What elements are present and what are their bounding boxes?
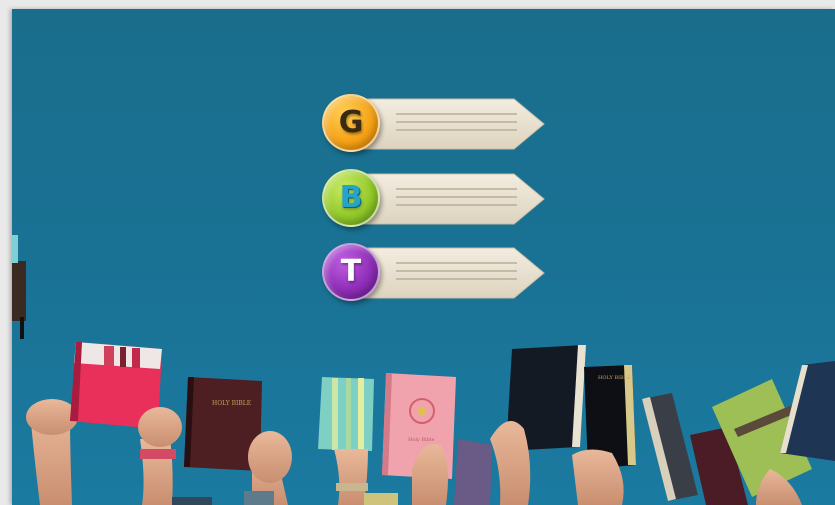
svg-text:HOLY BIBLE: HOLY BIBLE [212,400,251,407]
svg-text:HOLY BIBLE: HOLY BIBLE [598,375,631,381]
svg-text:Holy Bible: Holy Bible [408,437,434,443]
book-pink-floral: Holy Bible [382,373,456,505]
arrow-banner-icon [352,247,545,299]
letter-b: B [339,180,363,215]
letter-badge-t[interactable]: T [322,243,380,301]
book-purple-small [454,439,492,505]
letter-g: G [338,105,364,140]
book-left-edge [12,235,26,339]
arrow-banner-icon [352,173,545,225]
book-black-tilted [490,345,586,505]
letter-badge-g[interactable]: G [322,94,380,152]
letter-menu: G B T [322,94,552,306]
slide-canvas: HOLY BIBLE Holy Bible HOLY BIBLE G B T [12,9,835,505]
letter-t: T [340,254,362,289]
menu-item-g[interactable]: G [322,94,547,154]
book-teal-striped [318,377,374,505]
book-burgundy: HOLY BIBLE [138,377,292,505]
arrow-banner-icon [352,98,545,150]
book-grey [642,393,698,501]
menu-item-t[interactable]: T [322,243,547,303]
letter-badge-b[interactable]: B [322,169,380,227]
menu-item-b[interactable]: B [322,169,547,229]
